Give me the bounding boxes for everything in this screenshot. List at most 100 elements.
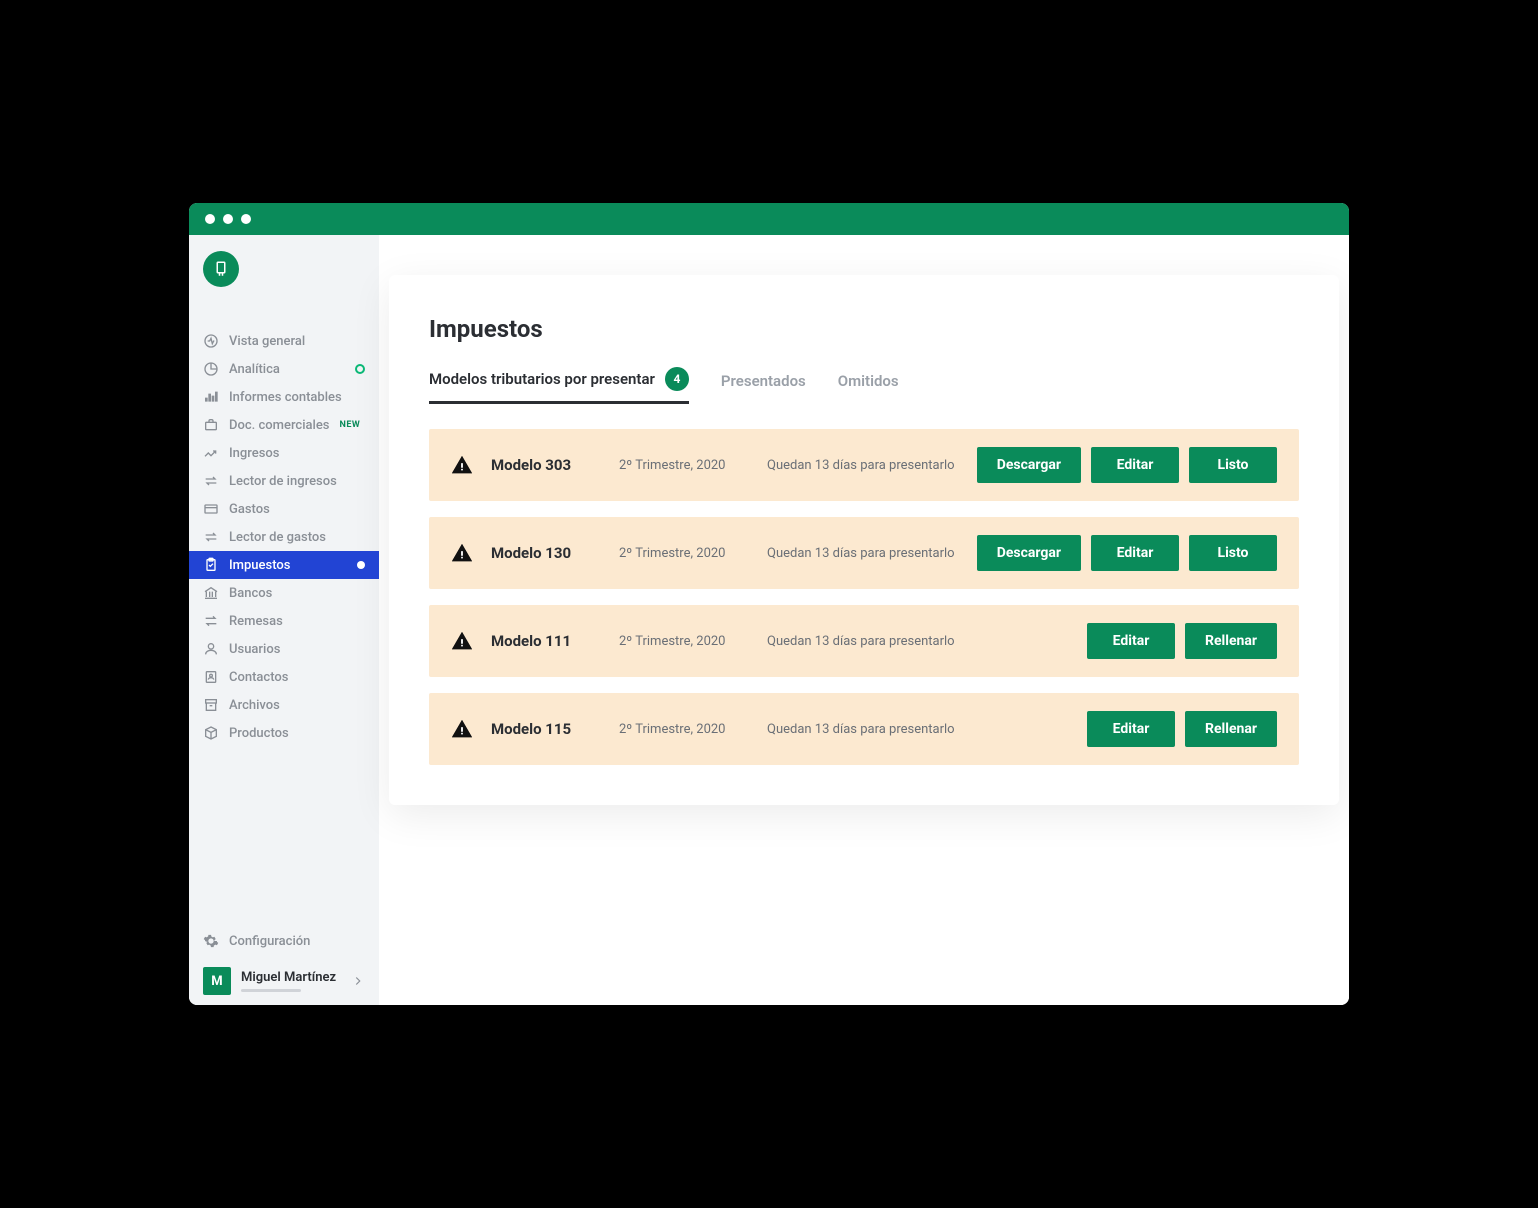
listo-button[interactable]: Listo	[1189, 447, 1277, 483]
app-body: Vista general Analítica Informes contables…	[189, 235, 1349, 1005]
nav-label: Lector de ingresos	[229, 474, 337, 489]
sidebar-item-anal-tica[interactable]: Analítica	[189, 355, 379, 383]
active-dot	[357, 561, 365, 569]
transfer-icon	[203, 613, 219, 629]
nav-label: Archivos	[229, 698, 280, 713]
sidebar-item-productos[interactable]: Productos	[189, 719, 379, 747]
tab-2[interactable]: Omitidos	[838, 372, 899, 400]
sidebar: Vista general Analítica Informes contables…	[189, 235, 379, 1005]
nav-label: Contactos	[229, 670, 288, 685]
nav-label: Gastos	[229, 502, 270, 517]
editar-button[interactable]: Editar	[1091, 535, 1179, 571]
main: Impuestos Modelos tributarios por presen…	[379, 235, 1349, 1005]
rellenar-button[interactable]: Rellenar	[1185, 711, 1277, 747]
descargar-button[interactable]: Descargar	[977, 447, 1081, 483]
rellenar-button[interactable]: Rellenar	[1185, 623, 1277, 659]
pie-icon	[203, 361, 219, 377]
model-period: 2º Trimestre, 2020	[619, 722, 749, 737]
nav-label: Remesas	[229, 614, 283, 629]
nav-label: Doc. comerciales	[229, 418, 330, 433]
tax-row: Modelo 115 2º Trimestre, 2020 Quedan 13 dí…	[429, 693, 1299, 765]
warning-icon	[451, 454, 473, 476]
sidebar-item-gastos[interactable]: Gastos	[189, 495, 379, 523]
editar-button[interactable]: Editar	[1091, 447, 1179, 483]
content-card: Impuestos Modelos tributarios por presen…	[389, 275, 1339, 805]
card-icon	[203, 501, 219, 517]
model-period: 2º Trimestre, 2020	[619, 546, 749, 561]
sidebar-item-doc-comerciales[interactable]: Doc. comerciales NEW	[189, 411, 379, 439]
sidebar-item-impuestos[interactable]: Impuestos	[189, 551, 379, 579]
nav-label: Bancos	[229, 586, 272, 601]
nav-label: Vista general	[229, 334, 305, 349]
model-name: Modelo 115	[491, 720, 601, 738]
swap-icon	[203, 473, 219, 489]
sidebar-item-ingresos[interactable]: Ingresos	[189, 439, 379, 467]
row-actions: Editar Rellenar	[1087, 711, 1277, 747]
sidebar-item-vista-general[interactable]: Vista general	[189, 327, 379, 355]
user-info: Miguel Martínez	[241, 970, 341, 992]
sidebar-item-archivos[interactable]: Archivos	[189, 691, 379, 719]
editar-button[interactable]: Editar	[1087, 623, 1175, 659]
tabs: Modelos tributarios por presentar 4 Presen…	[429, 367, 1299, 405]
listo-button[interactable]: Listo	[1189, 535, 1277, 571]
user-line	[241, 989, 301, 992]
sidebar-item-remesas[interactable]: Remesas	[189, 607, 379, 635]
user-icon	[203, 641, 219, 657]
sidebar-item-usuarios[interactable]: Usuarios	[189, 635, 379, 663]
user-item[interactable]: M Miguel Martínez	[203, 967, 365, 995]
window-dot[interactable]	[241, 214, 251, 224]
tab-label: Presentados	[721, 372, 806, 390]
model-status: Quedan 13 días para presentarlo	[767, 722, 1069, 737]
tab-label: Omitidos	[838, 372, 899, 390]
nav-label: Informes contables	[229, 390, 342, 405]
sidebar-bottom: Configuración M Miguel Martínez	[189, 915, 379, 1005]
swap-icon	[203, 529, 219, 545]
tax-row: Modelo 111 2º Trimestre, 2020 Quedan 13 dí…	[429, 605, 1299, 677]
nav-label: Lector de gastos	[229, 530, 326, 545]
rows: Modelo 303 2º Trimestre, 2020 Quedan 13 dí…	[429, 429, 1299, 765]
window-dot[interactable]	[223, 214, 233, 224]
row-actions: Descargar Editar Listo	[977, 447, 1277, 483]
model-status: Quedan 13 días para presentarlo	[767, 634, 1069, 649]
tax-row: Modelo 3032º Trimestre, 2020Quedan 13 dí…	[429, 429, 1299, 501]
row-actions: Descargar Editar Listo	[977, 535, 1277, 571]
model-period: 2º Trimestre, 2020	[619, 458, 749, 473]
model-name: Modelo 111	[491, 632, 601, 650]
app-logo[interactable]	[203, 251, 239, 287]
warning-icon	[451, 542, 473, 564]
model-status: Quedan 13 días para presentarlo	[767, 546, 959, 561]
nav-label: Impuestos	[229, 558, 290, 573]
contact-icon	[203, 669, 219, 685]
tab-1[interactable]: Presentados	[721, 372, 806, 400]
user-name: Miguel Martínez	[241, 970, 341, 985]
indicator-dot	[355, 364, 365, 374]
box-icon	[203, 725, 219, 741]
descargar-button[interactable]: Descargar	[977, 535, 1081, 571]
window-dot[interactable]	[205, 214, 215, 224]
sidebar-item-informes-contables[interactable]: Informes contables	[189, 383, 379, 411]
model-period: 2º Trimestre, 2020	[619, 634, 749, 649]
bars-icon	[203, 389, 219, 405]
sidebar-item-lector-de-ingresos[interactable]: Lector de ingresos	[189, 467, 379, 495]
tab-label: Modelos tributarios por presentar	[429, 370, 655, 388]
tab-count: 4	[665, 367, 689, 391]
warning-icon	[451, 718, 473, 740]
editar-button[interactable]: Editar	[1087, 711, 1175, 747]
gear-icon	[203, 933, 219, 949]
row-actions: Editar Rellenar	[1087, 623, 1277, 659]
bank-icon	[203, 585, 219, 601]
tab-0[interactable]: Modelos tributarios por presentar 4	[429, 367, 689, 404]
nav-label: Productos	[229, 726, 289, 741]
sidebar-item-contactos[interactable]: Contactos	[189, 663, 379, 691]
config-item[interactable]: Configuración	[203, 925, 365, 957]
briefcase-icon	[203, 417, 219, 433]
logo-icon	[212, 260, 230, 278]
new-badge: NEW	[340, 420, 361, 430]
sidebar-item-bancos[interactable]: Bancos	[189, 579, 379, 607]
logo-area	[189, 235, 379, 307]
sidebar-item-lector-de-gastos[interactable]: Lector de gastos	[189, 523, 379, 551]
model-name: Modelo 303	[491, 456, 601, 474]
chevron-right-icon	[351, 974, 365, 988]
page-title: Impuestos	[429, 315, 1299, 343]
model-name: Modelo 130	[491, 544, 601, 562]
